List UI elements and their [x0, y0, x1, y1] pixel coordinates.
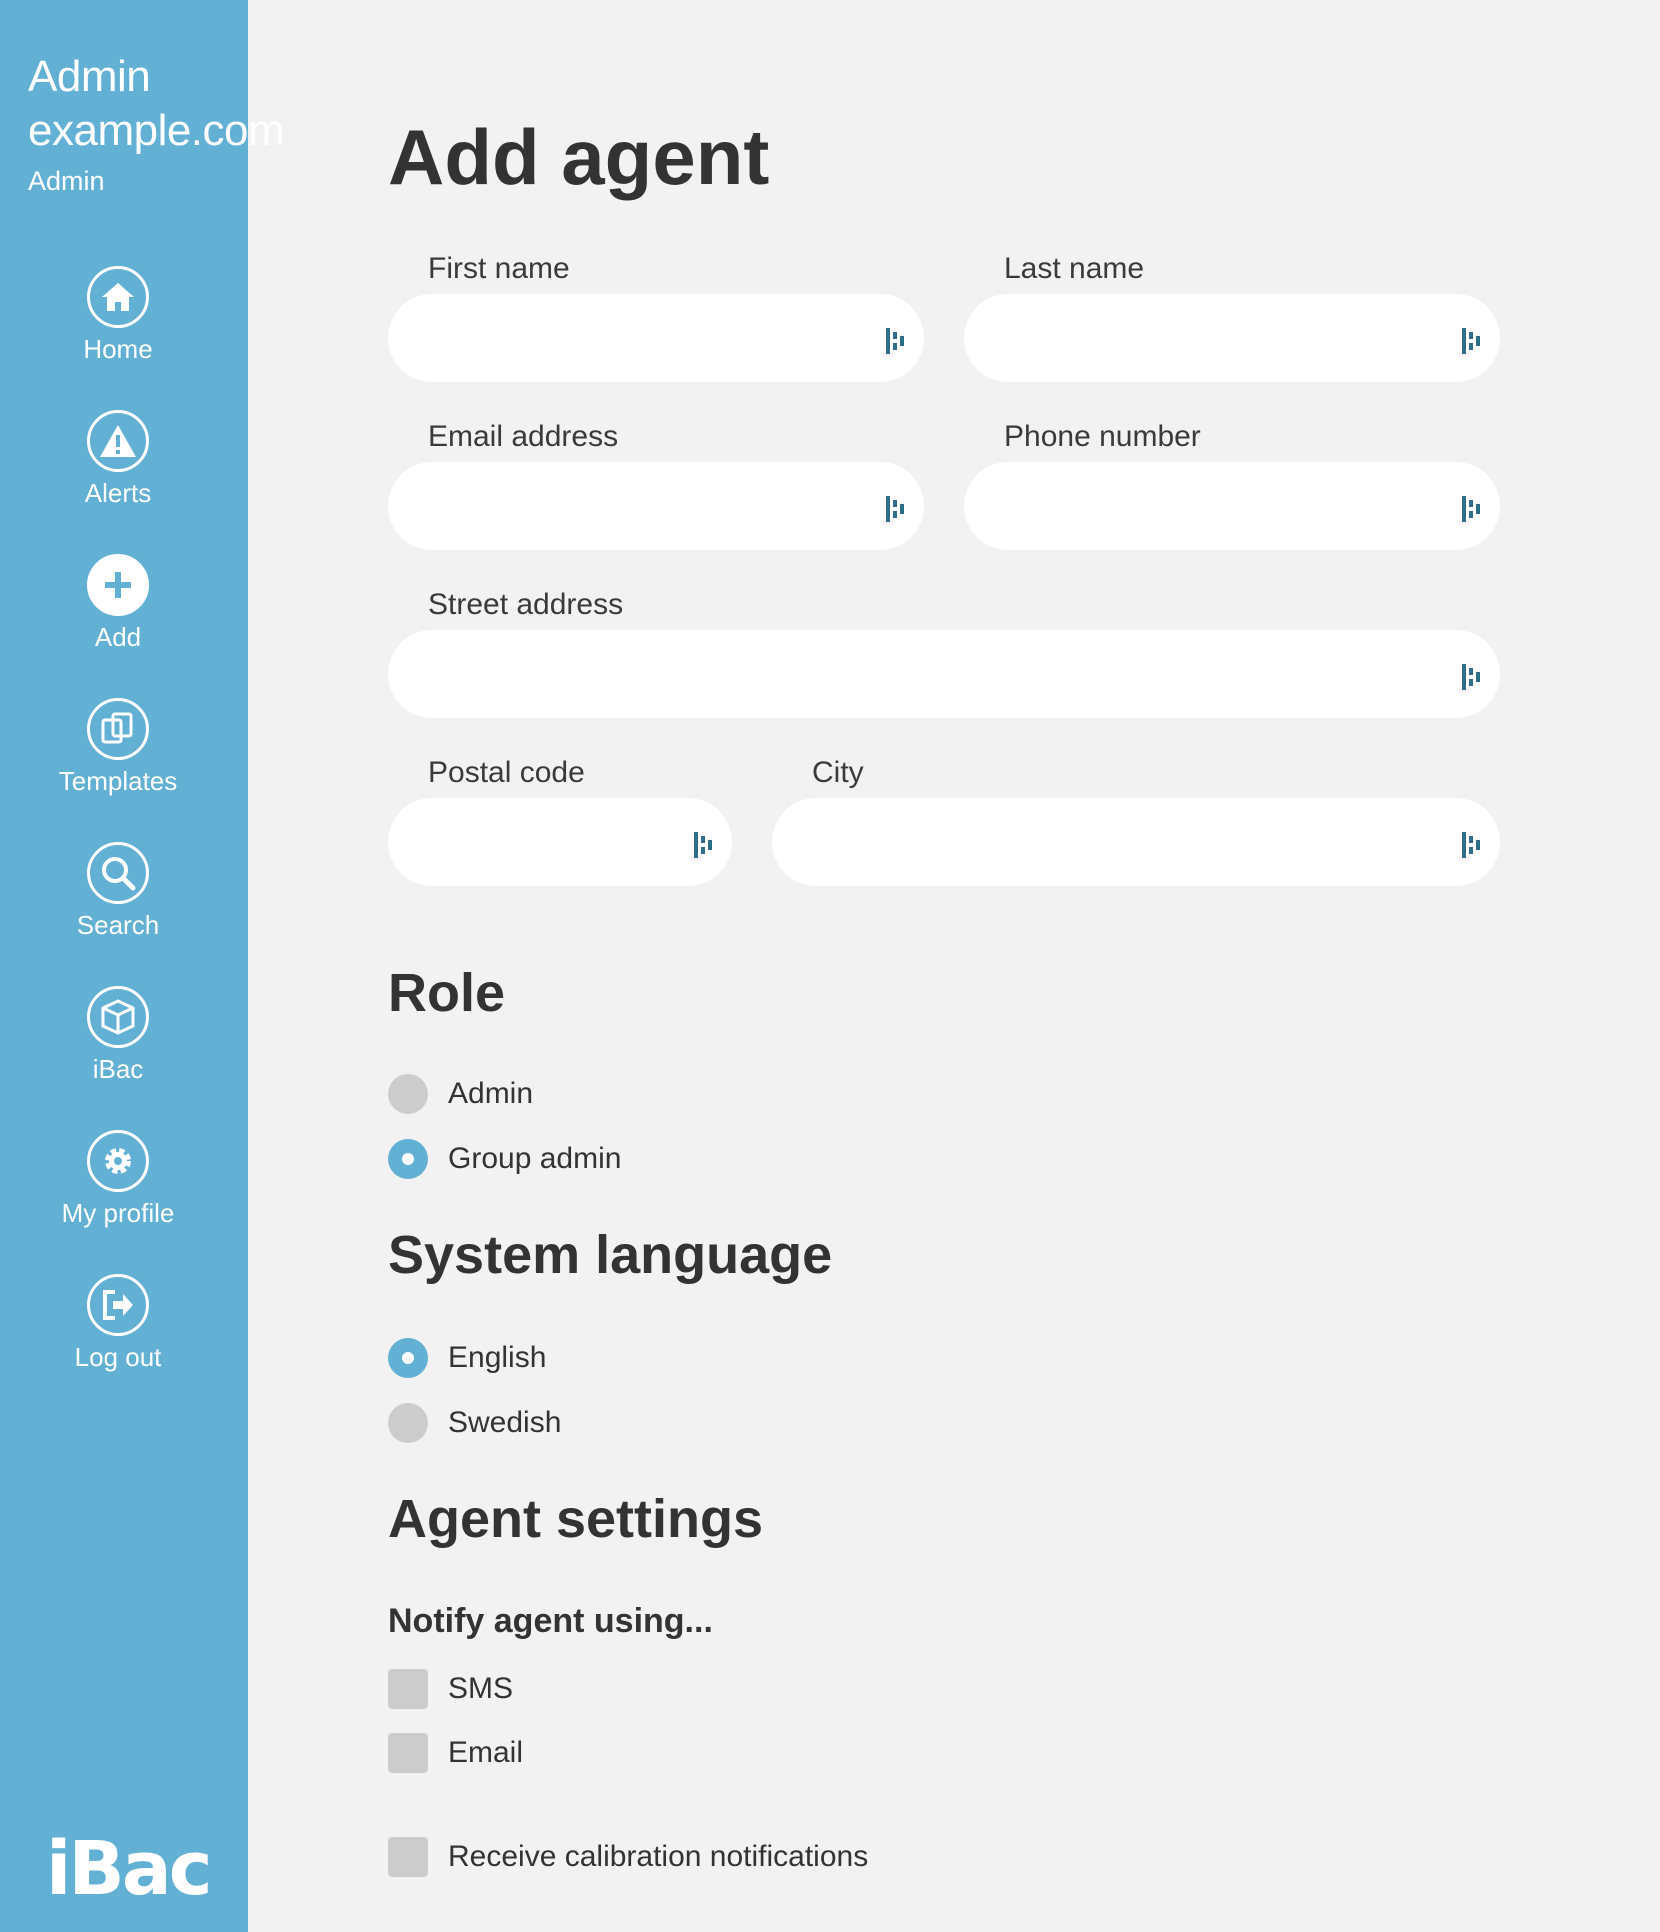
phone-field: Phone number: [964, 420, 1500, 552]
language-swedish-radio[interactable]: [388, 1403, 428, 1443]
system-language-title: System language: [388, 1225, 833, 1285]
role-title: Role: [388, 963, 506, 1023]
autofill-icon[interactable]: [1460, 326, 1486, 356]
last-name-label: Last name: [1004, 252, 1145, 285]
postal-code-label: Postal code: [428, 756, 585, 789]
nav-item-my-profile[interactable]: My profile: [0, 1130, 236, 1274]
notify-email-checkbox[interactable]: [388, 1733, 428, 1773]
autofill-icon[interactable]: [1460, 662, 1486, 692]
notify-agent-title: Notify agent using...: [388, 1602, 713, 1640]
autofill-icon[interactable]: [1460, 830, 1486, 860]
email-field: Email address: [388, 420, 924, 552]
email-label: Email address: [428, 420, 619, 453]
autofill-icon[interactable]: [1460, 494, 1486, 524]
nav-item-search[interactable]: Search: [0, 842, 236, 986]
page-title: Add agent: [388, 113, 770, 201]
notify-option-sms[interactable]: SMS: [388, 1669, 513, 1709]
templates-icon: [87, 698, 149, 760]
agent-settings-title: Agent settings: [388, 1489, 764, 1549]
role-group-admin-label: Group admin: [448, 1142, 622, 1175]
first-name-input[interactable]: [388, 294, 924, 382]
street-input[interactable]: [388, 630, 1500, 718]
nav-label-home: Home: [83, 334, 153, 364]
phone-input[interactable]: [964, 462, 1500, 550]
notify-email-label: Email: [448, 1736, 524, 1769]
calibration-notifications-option[interactable]: Receive calibration notifications: [388, 1837, 868, 1877]
autofill-icon[interactable]: [692, 830, 718, 860]
notify-option-email[interactable]: Email: [388, 1733, 523, 1773]
postal-code-input[interactable]: [388, 798, 732, 886]
role-admin-label: Admin: [448, 1077, 534, 1110]
nav-item-home[interactable]: Home: [0, 266, 236, 410]
first-name-label: First name: [428, 252, 570, 285]
account-role: Admin: [28, 166, 105, 196]
phone-label: Phone number: [1004, 420, 1201, 453]
first-name-field: First name: [388, 252, 924, 384]
nav-label-my-profile: My profile: [61, 1198, 175, 1228]
language-option-english[interactable]: English: [388, 1338, 546, 1378]
nav-item-templates[interactable]: Templates: [0, 698, 236, 842]
role-option-group-admin[interactable]: Group admin: [388, 1139, 621, 1179]
language-english-radio[interactable]: [388, 1338, 428, 1378]
postal-code-field: Postal code: [388, 756, 732, 888]
logout-icon: [87, 1274, 149, 1336]
nav-item-ibac[interactable]: iBac: [0, 986, 236, 1130]
nav-item-add[interactable]: Add: [0, 554, 236, 698]
email-input[interactable]: [388, 462, 924, 550]
calibration-notifications-checkbox[interactable]: [388, 1837, 428, 1877]
nav-label-ibac: iBac: [92, 1054, 144, 1084]
role-group-admin-radio[interactable]: [388, 1139, 428, 1179]
nav-label-search: Search: [76, 910, 160, 940]
account-name: Admin example.com: [28, 52, 285, 155]
account-info: Admin example.com Admin: [28, 50, 285, 197]
gear-icon: [87, 1130, 149, 1192]
nav-item-log-out[interactable]: Log out: [0, 1274, 236, 1418]
search-icon: [87, 842, 149, 904]
sidebar-nav: Home Alerts Add Templates Search iBac My…: [0, 266, 236, 1418]
calibration-notifications-label: Receive calibration notifications: [448, 1840, 869, 1873]
street-field: Street address: [388, 588, 1500, 720]
nav-label-templates: Templates: [58, 766, 178, 796]
language-english-label: English: [448, 1341, 547, 1374]
nav-item-alerts[interactable]: Alerts: [0, 410, 236, 554]
plus-icon: [87, 554, 149, 616]
city-field: City: [772, 756, 1500, 888]
autofill-icon[interactable]: [884, 494, 910, 524]
notify-sms-checkbox[interactable]: [388, 1669, 428, 1709]
last-name-field: Last name: [964, 252, 1500, 384]
autofill-icon[interactable]: [884, 326, 910, 356]
street-label: Street address: [428, 588, 624, 621]
box-icon: [87, 986, 149, 1048]
nav-label-add: Add: [94, 622, 142, 652]
sidebar: Admin example.com Admin Home Alerts Add: [0, 0, 285, 1932]
role-admin-radio[interactable]: [388, 1074, 428, 1114]
nav-label-log-out: Log out: [74, 1342, 162, 1372]
city-label: City: [812, 756, 864, 789]
nav-label-alerts: Alerts: [84, 478, 152, 508]
language-option-swedish[interactable]: Swedish: [388, 1403, 561, 1443]
role-option-admin[interactable]: Admin: [388, 1074, 533, 1114]
home-icon: [87, 266, 149, 328]
last-name-input[interactable]: [964, 294, 1500, 382]
alert-icon: [87, 410, 149, 472]
notify-sms-label: SMS: [448, 1672, 514, 1705]
ibac-logo: iBac: [46, 1826, 213, 1912]
language-swedish-label: Swedish: [448, 1406, 562, 1439]
city-input[interactable]: [772, 798, 1500, 886]
